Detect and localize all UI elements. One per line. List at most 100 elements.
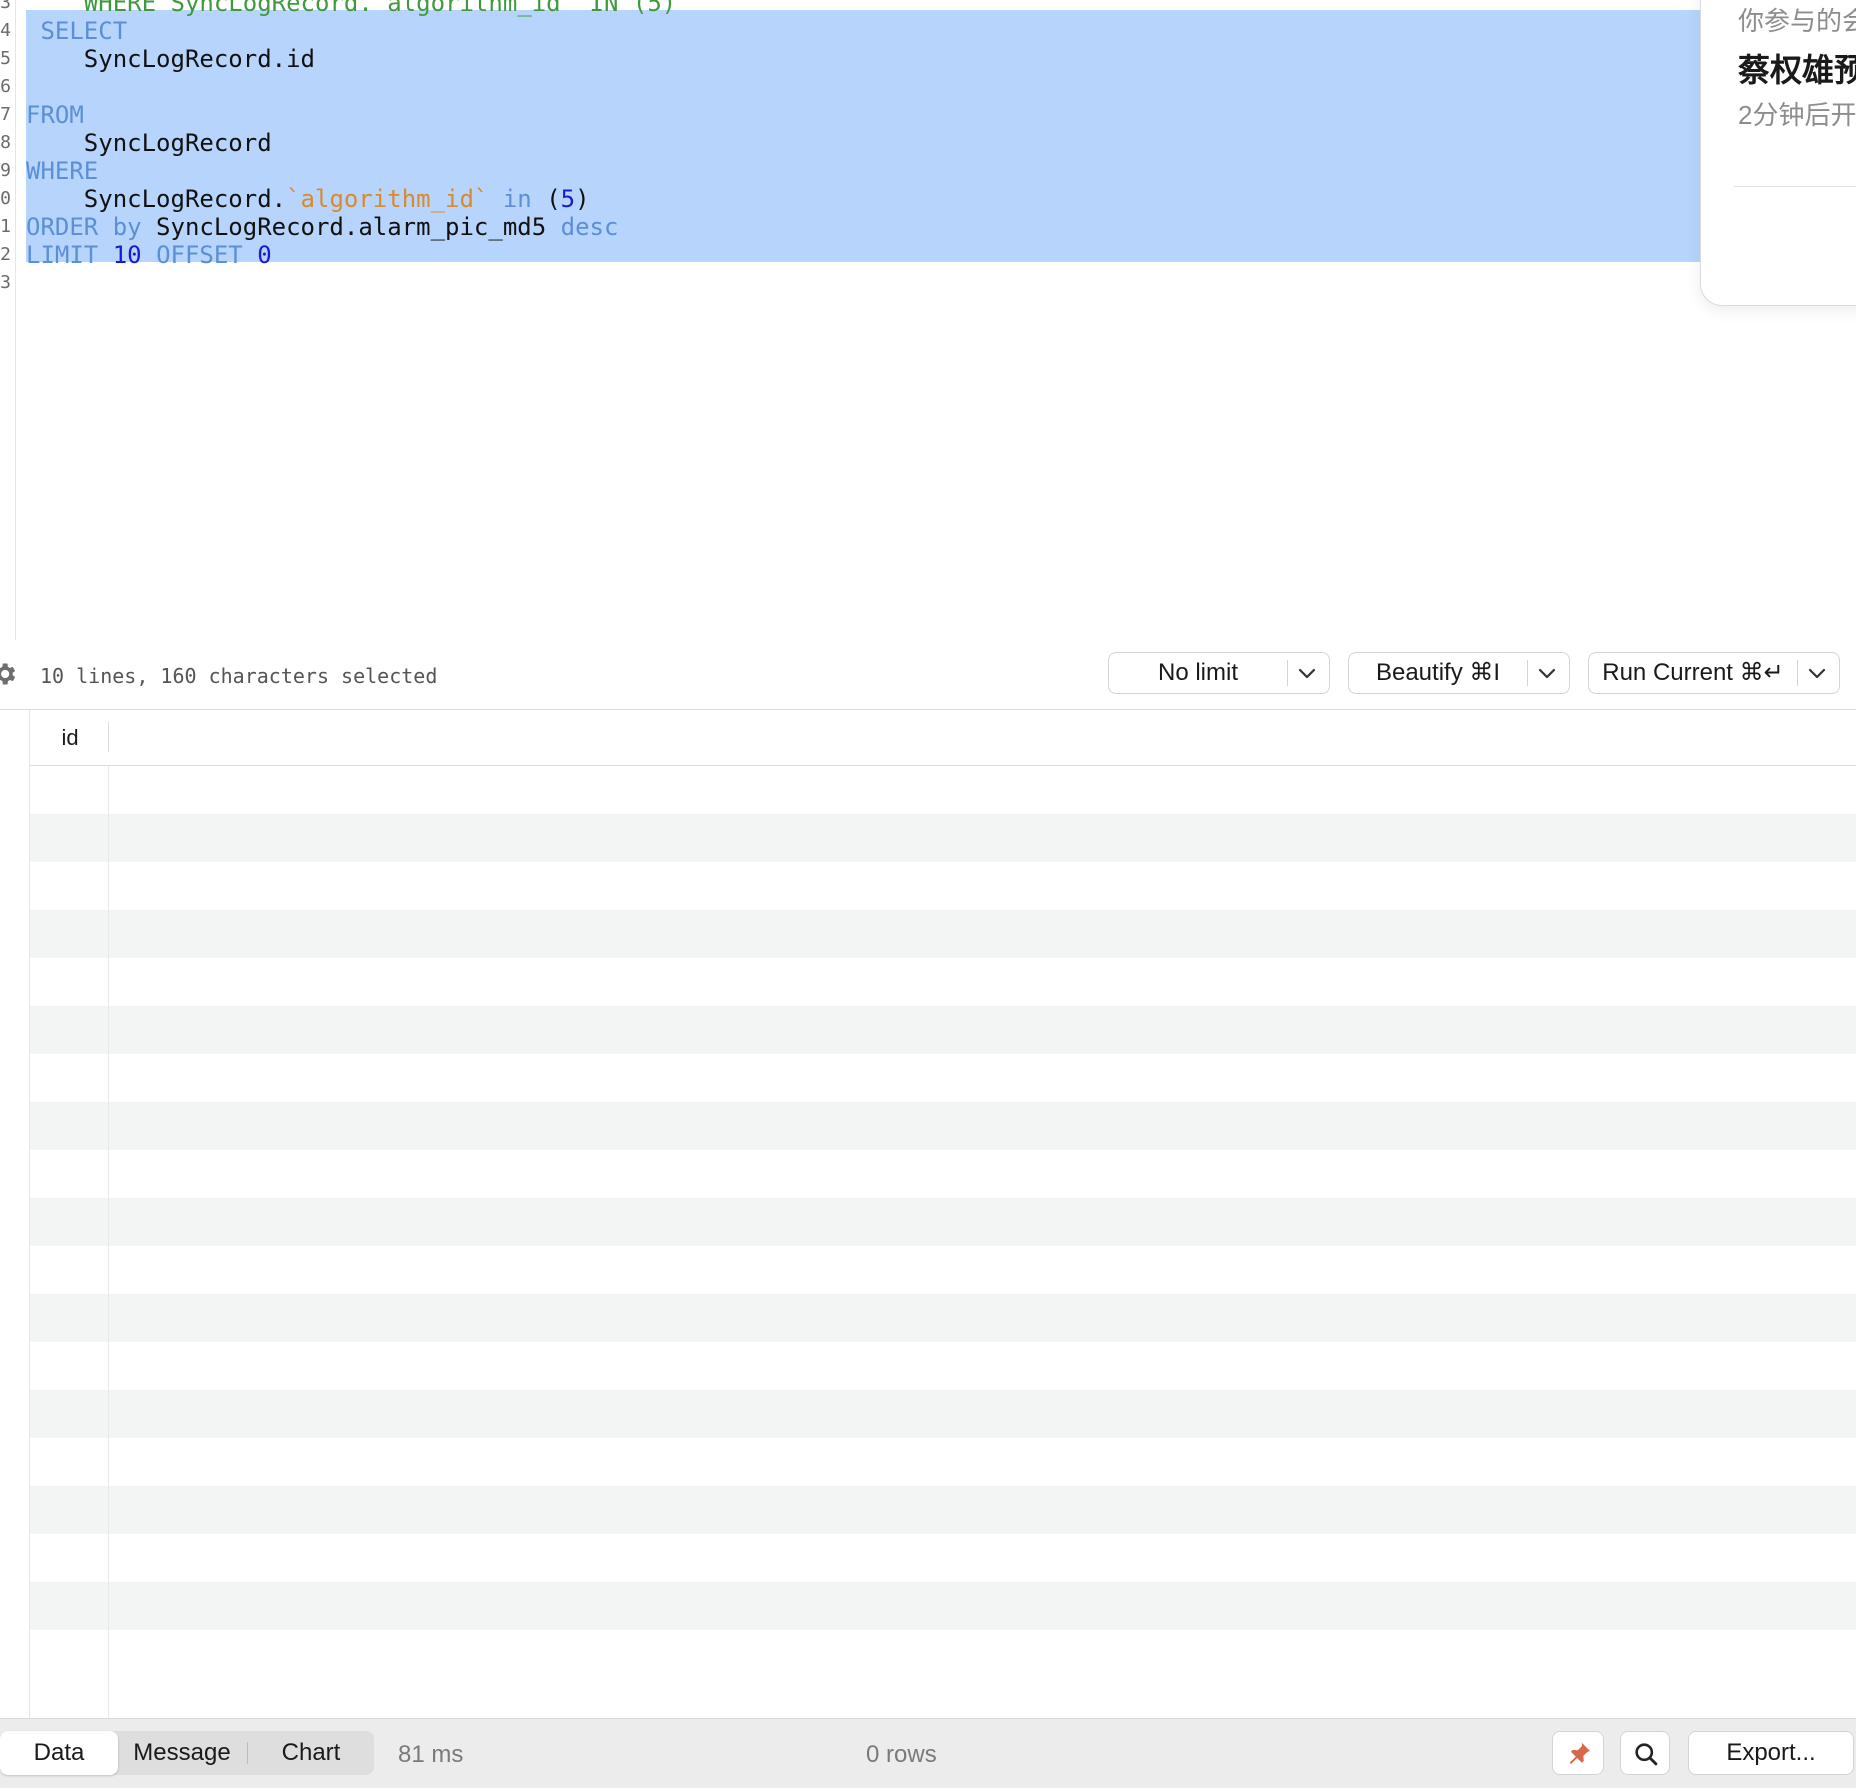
pin-button[interactable] bbox=[1552, 1731, 1604, 1775]
gear-icon[interactable] bbox=[0, 660, 18, 688]
table-row[interactable] bbox=[30, 910, 1856, 958]
column-resize-handle[interactable] bbox=[108, 722, 109, 752]
code-line[interactable]: WHERE SyncLogRecord.`algorithm_id` IN (5… bbox=[26, 0, 676, 17]
table-row[interactable] bbox=[30, 1486, 1856, 1534]
table-row[interactable] bbox=[30, 958, 1856, 1006]
code-token: ( bbox=[531, 185, 561, 213]
table-row[interactable] bbox=[30, 1294, 1856, 1342]
query-window: 3 4 5 6 7 8 9 0 1 2 3 WHERE SyncLogRecord.`algorit… bbox=[0, 0, 1856, 1788]
chevron-down-icon[interactable] bbox=[1805, 661, 1829, 685]
code-line[interactable] bbox=[26, 269, 676, 297]
notification-title: 蔡权雄预 bbox=[1738, 52, 1856, 88]
line-number: 8 bbox=[0, 132, 11, 153]
code-token: SyncLogRecord. bbox=[26, 185, 287, 213]
limit-select-divider bbox=[1287, 660, 1288, 686]
code-line[interactable]: SyncLogRecord.id bbox=[26, 45, 676, 73]
chevron-down-icon[interactable] bbox=[1535, 661, 1559, 685]
search-button[interactable] bbox=[1620, 1731, 1670, 1775]
result-view-tabs: Data Message Chart bbox=[0, 1731, 374, 1775]
code-token: SyncLogRecord.alarm_pic_md5 bbox=[141, 213, 561, 241]
table-row[interactable] bbox=[30, 1006, 1856, 1054]
table-row[interactable] bbox=[30, 766, 1856, 814]
code-token: SyncLogRecord bbox=[26, 129, 272, 157]
notification-header: 你参与的会 bbox=[1738, 6, 1856, 36]
code-line[interactable]: WHERE bbox=[26, 157, 676, 185]
results-grid[interactable]: id bbox=[0, 710, 1856, 1718]
line-number: 1 bbox=[0, 216, 11, 237]
code-token: SELECT bbox=[40, 17, 128, 45]
code-line[interactable]: SELECT bbox=[26, 17, 676, 45]
notification-subtitle: 2分钟后开 bbox=[1738, 100, 1856, 130]
table-row[interactable] bbox=[30, 1390, 1856, 1438]
table-row[interactable] bbox=[30, 1246, 1856, 1294]
beautify-button-label: Beautify ⌘I bbox=[1375, 659, 1501, 686]
meeting-notification[interactable]: 你参与的会 蔡权雄预 2分钟后开 bbox=[1700, 0, 1856, 306]
editor-toolbar: 10 lines, 160 characters selected No lim… bbox=[0, 640, 1856, 710]
table-row[interactable] bbox=[30, 814, 1856, 862]
tab-chart[interactable]: Chart bbox=[250, 1731, 372, 1775]
table-row[interactable] bbox=[30, 862, 1856, 910]
code-line[interactable]: ORDER by SyncLogRecord.alarm_pic_md5 des… bbox=[26, 213, 676, 241]
code-token: ) bbox=[575, 185, 590, 213]
grid-rows bbox=[30, 766, 1856, 1718]
beautify-button[interactable]: Beautify ⌘I bbox=[1348, 652, 1570, 694]
line-number: 3 bbox=[0, 272, 11, 293]
beautify-divider bbox=[1527, 660, 1528, 686]
limit-select[interactable]: No limit bbox=[1108, 652, 1330, 694]
code-token: desc bbox=[560, 213, 619, 241]
column-header-id[interactable]: id bbox=[30, 710, 110, 766]
code-line[interactable]: SyncLogRecord bbox=[26, 129, 676, 157]
code-text[interactable]: WHERE SyncLogRecord.`algorithm_id` IN (5… bbox=[26, 0, 676, 297]
code-line[interactable]: SyncLogRecord.`algorithm_id` in (5) bbox=[26, 185, 676, 213]
search-icon bbox=[1635, 1743, 1658, 1766]
sql-editor[interactable]: 3 4 5 6 7 8 9 0 1 2 3 WHERE SyncLogRecord.`algorit… bbox=[0, 0, 1856, 640]
tab-data[interactable]: Data bbox=[0, 1731, 118, 1775]
code-token: 10 bbox=[112, 241, 142, 269]
code-token: FROM bbox=[26, 101, 84, 129]
query-duration: 81 ms bbox=[398, 1741, 464, 1768]
tab-message[interactable]: Message bbox=[120, 1731, 244, 1775]
code-token: 0 bbox=[257, 241, 272, 269]
chevron-down-icon[interactable] bbox=[1295, 661, 1319, 685]
row-header-column bbox=[0, 710, 30, 1718]
pin-icon bbox=[1569, 1742, 1591, 1765]
code-token: LIMIT bbox=[26, 241, 99, 269]
table-row[interactable] bbox=[30, 1150, 1856, 1198]
run-current-button[interactable]: Run Current ⌘↵ bbox=[1588, 652, 1840, 694]
table-row[interactable] bbox=[30, 1102, 1856, 1150]
table-row[interactable] bbox=[30, 1534, 1856, 1582]
line-number: 0 bbox=[0, 188, 11, 209]
tab-divider bbox=[247, 1742, 248, 1764]
code-token: `algorithm_id` bbox=[286, 185, 489, 213]
line-number: 2 bbox=[0, 244, 11, 265]
selection-status: 10 lines, 160 characters selected bbox=[40, 664, 438, 688]
line-number: 6 bbox=[0, 76, 11, 97]
code-token: ORDER by bbox=[26, 213, 142, 241]
line-number-gutter: 3 4 5 6 7 8 9 0 1 2 3 bbox=[0, 0, 16, 640]
table-row[interactable] bbox=[30, 1438, 1856, 1486]
table-row[interactable] bbox=[30, 1630, 1856, 1678]
export-button[interactable]: Export... bbox=[1688, 1731, 1854, 1775]
column-divider bbox=[108, 766, 109, 1718]
table-row[interactable] bbox=[30, 1054, 1856, 1102]
code-token: WHERE SyncLogRecord.`algorithm_id` IN (5… bbox=[83, 0, 677, 17]
run-current-label: Run Current ⌘↵ bbox=[1602, 659, 1784, 686]
line-number: 7 bbox=[0, 104, 11, 125]
code-line[interactable]: FROM bbox=[26, 101, 676, 129]
notification-divider bbox=[1734, 186, 1856, 187]
row-count: 0 rows bbox=[866, 1741, 937, 1768]
code-line[interactable] bbox=[26, 73, 676, 101]
table-row[interactable] bbox=[30, 1582, 1856, 1630]
code-token: 5 bbox=[560, 185, 576, 213]
table-row[interactable] bbox=[30, 1342, 1856, 1390]
code-token: in bbox=[502, 185, 532, 213]
code-line[interactable]: LIMIT 10 OFFSET 0 bbox=[26, 241, 676, 269]
table-row[interactable] bbox=[30, 1198, 1856, 1246]
line-number: 5 bbox=[0, 48, 11, 69]
